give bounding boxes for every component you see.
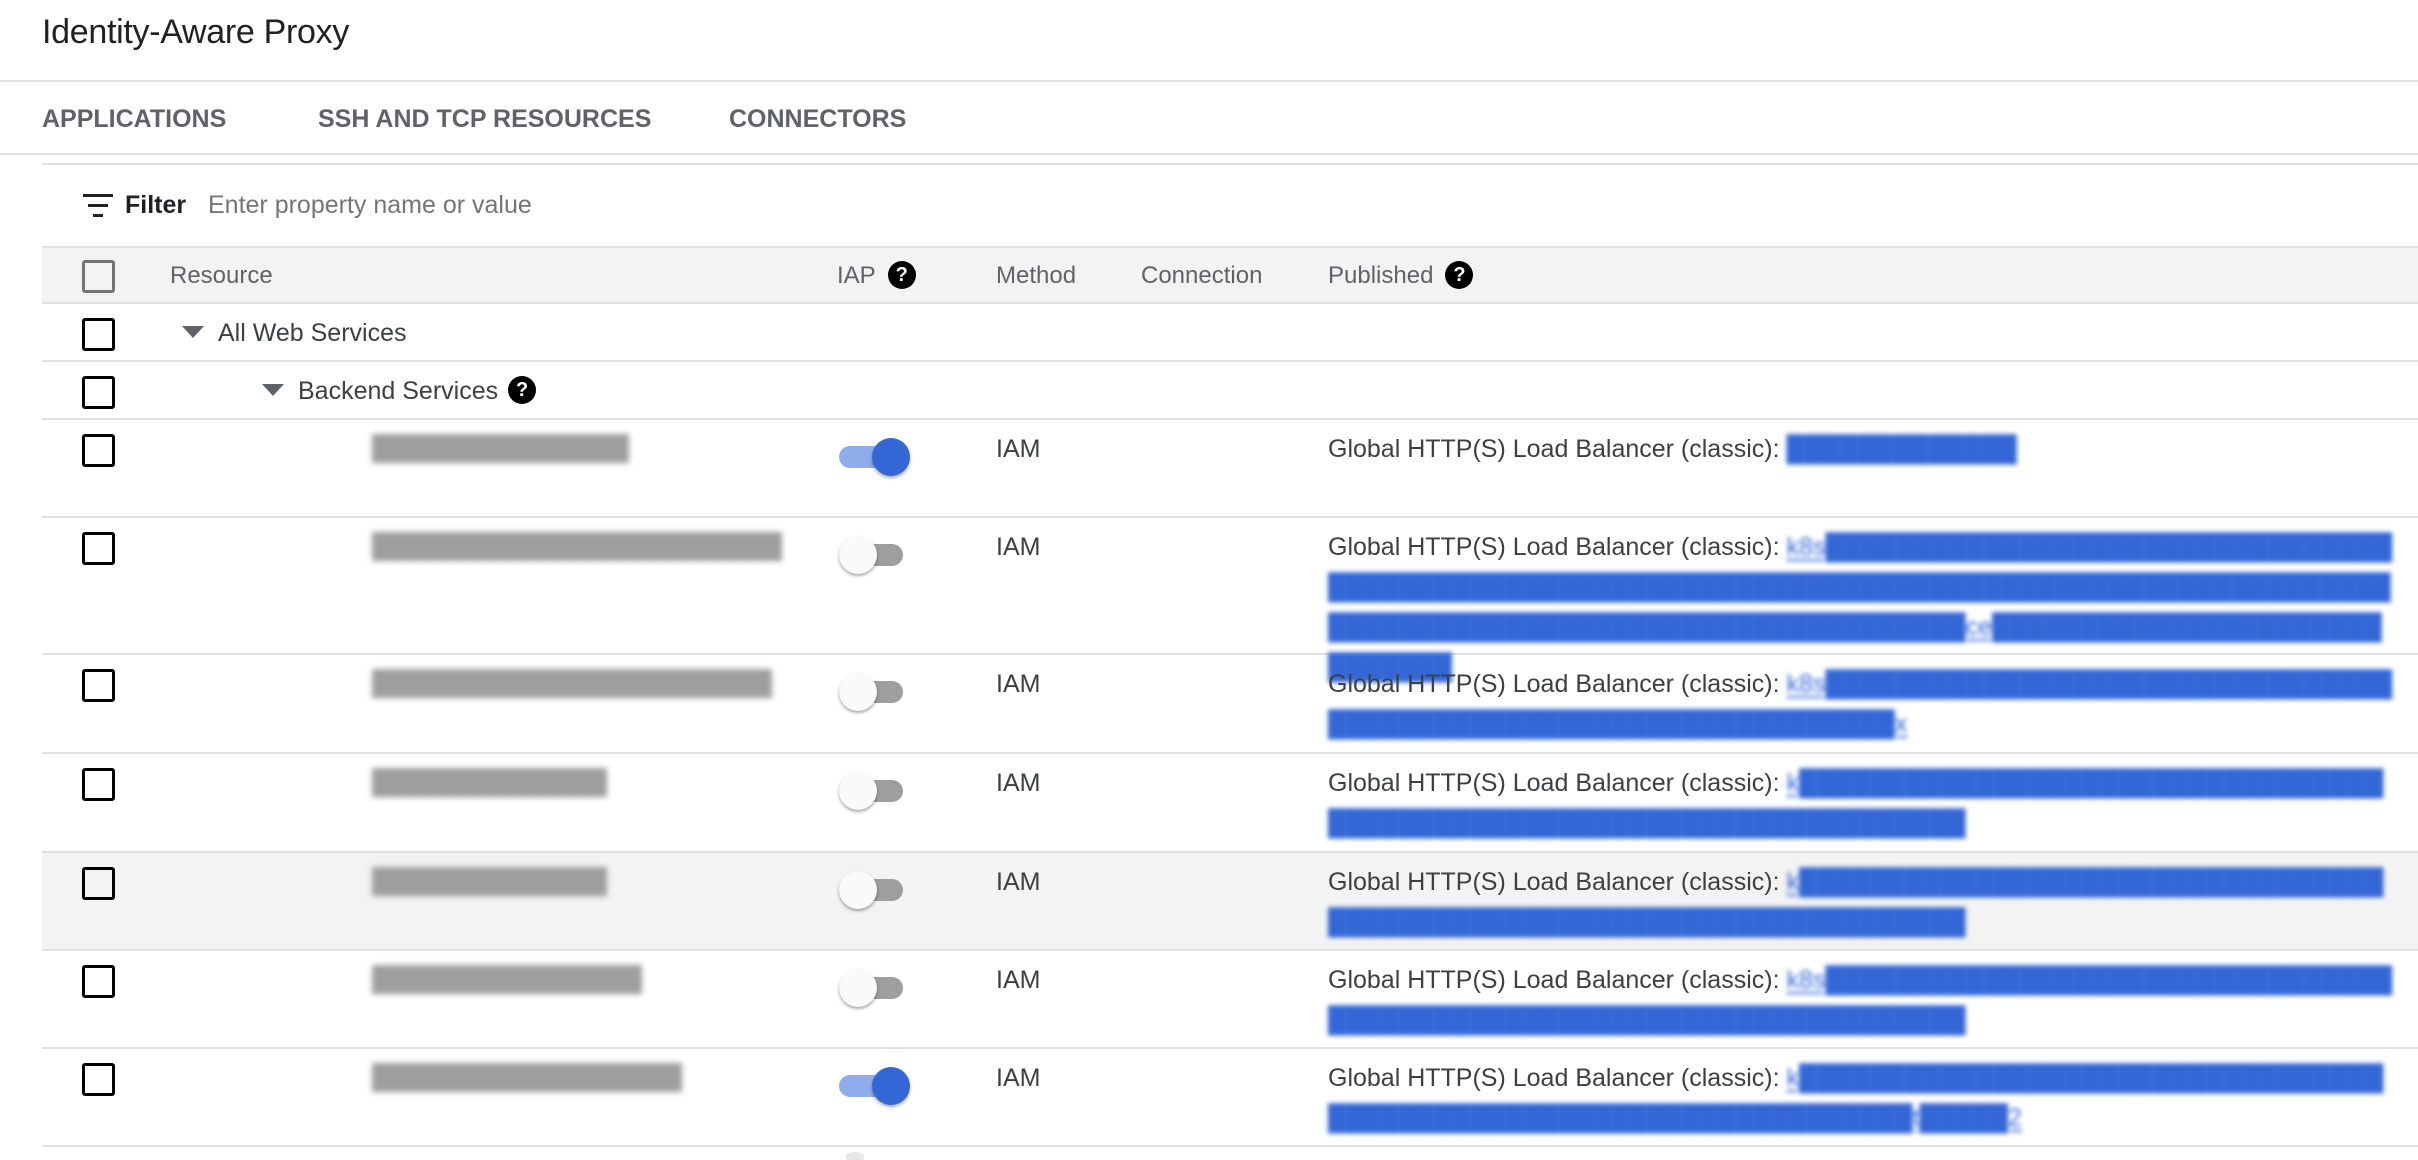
column-header-iap-label[interactable]: IAP (837, 262, 876, 289)
resource-name: ███████████████ (372, 769, 607, 796)
filter-input[interactable] (208, 186, 1408, 224)
iap-toggle[interactable] (839, 1065, 911, 1105)
resources-table: Resource IAP? Method Connection Publishe… (42, 246, 2418, 1147)
published-prefix: Global HTTP(S) Load Balancer (classic): (1328, 435, 1780, 463)
column-header-resource[interactable]: Resource (170, 261, 273, 291)
filter-list-icon[interactable] (83, 194, 113, 218)
published-prefix: Global HTTP(S) Load Balancer (classic): (1328, 769, 1780, 797)
collapse-triangle-icon[interactable] (182, 326, 204, 339)
toggle-knob (839, 772, 877, 810)
published-prefix: Global HTTP(S) Load Balancer (classic): (1328, 868, 1780, 896)
iap-toggle[interactable] (839, 534, 911, 574)
published-prefix: Global HTTP(S) Load Balancer (classic): (1328, 1064, 1780, 1092)
iap-toggle[interactable] (839, 967, 911, 1007)
resource-name: ████████████████████ (372, 1064, 682, 1091)
method-value: IAM (996, 868, 1041, 896)
resource-name: ████████████████ (372, 435, 629, 462)
row-checkbox[interactable] (82, 318, 115, 351)
resource-name: ███████████████ (372, 868, 607, 895)
toggle-knob (839, 969, 877, 1007)
iap-toggle[interactable] (839, 671, 911, 711)
load-balancer-link[interactable]: █████████████ (1787, 435, 2017, 463)
published-cell: Global HTTP(S) Load Balancer (classic): … (1328, 664, 2398, 744)
published-cell: Global HTTP(S) Load Balancer (classic): … (1328, 960, 2398, 1040)
column-header-iap: IAP? (837, 260, 916, 291)
row-checkbox[interactable] (82, 1063, 115, 1096)
group-row-all-web-services: All Web Services (42, 304, 2418, 362)
row-checkbox[interactable] (82, 867, 115, 900)
help-icon[interactable]: ? (1445, 260, 1474, 289)
next-row-toggle-partial (846, 1152, 864, 1160)
published-prefix: Global HTTP(S) Load Balancer (classic): (1328, 966, 1780, 994)
table-row[interactable]: ██████████████████████████ IAM Global HTTP… (42, 518, 2418, 681)
table-row[interactable]: ███████████████ IAM Global HTTP(S) Load Ba… (42, 754, 2418, 853)
row-checkbox[interactable] (82, 768, 115, 801)
group-backend-services[interactable]: Backend Services? (262, 376, 537, 406)
row-checkbox[interactable] (82, 434, 115, 467)
collapse-triangle-icon[interactable] (262, 384, 284, 397)
iap-toggle[interactable] (839, 770, 911, 810)
resource-name: █████████████████ (372, 966, 642, 993)
filter-bar: Filter (42, 166, 2418, 246)
resource-name: █████████████████████████ (372, 670, 772, 697)
column-header-connection[interactable]: Connection (1141, 261, 1262, 291)
published-cell: Global HTTP(S) Load Balancer (classic): … (1328, 1058, 2398, 1138)
iap-toggle[interactable] (839, 869, 911, 909)
table-header: Resource IAP? Method Connection Publishe… (42, 246, 2418, 304)
published-prefix: Global HTTP(S) Load Balancer (classic): (1328, 533, 1780, 561)
method-value: IAM (996, 670, 1041, 698)
column-header-method[interactable]: Method (996, 261, 1076, 291)
iap-toggle[interactable] (839, 436, 911, 476)
group-all-web-services[interactable]: All Web Services (182, 318, 407, 348)
published-cell: Global HTTP(S) Load Balancer (classic): … (1328, 429, 2398, 469)
published-cell: Global HTTP(S) Load Balancer (classic): … (1328, 862, 2398, 942)
toggle-knob (872, 438, 910, 476)
published-cell: Global HTTP(S) Load Balancer (classic): … (1328, 763, 2398, 843)
table-row[interactable]: █████████████████████████ IAM Global HTTP(… (42, 655, 2418, 754)
group-row-backend-services: Backend Services? (42, 362, 2418, 420)
method-value: IAM (996, 1064, 1041, 1092)
content-divider (42, 163, 2418, 165)
table-row[interactable]: ███████████████ IAM Global HTTP(S) Load Ba… (42, 853, 2418, 951)
tab-ssh-and-tcp-resources[interactable]: SSH AND TCP RESOURCES (318, 104, 651, 134)
tab-applications[interactable]: APPLICATIONS (42, 104, 226, 134)
tab-connectors[interactable]: CONNECTORS (729, 104, 906, 134)
method-value: IAM (996, 966, 1041, 994)
column-header-published-label[interactable]: Published (1328, 262, 1433, 289)
method-value: IAM (996, 769, 1041, 797)
group-label: Backend Services (298, 377, 499, 405)
filter-label[interactable]: Filter (125, 190, 186, 220)
method-value: IAM (996, 435, 1041, 463)
toggle-knob (839, 673, 877, 711)
toggle-knob (839, 536, 877, 574)
help-icon[interactable]: ? (887, 260, 916, 289)
help-icon[interactable]: ? (508, 376, 537, 405)
group-label: All Web Services (218, 319, 407, 347)
row-checkbox[interactable] (82, 669, 115, 702)
method-value: IAM (996, 533, 1041, 561)
resource-name: ██████████████████████████ (372, 533, 782, 560)
toggle-knob (839, 871, 877, 909)
published-prefix: Global HTTP(S) Load Balancer (classic): (1328, 670, 1780, 698)
row-checkbox[interactable] (82, 532, 115, 565)
toggle-knob (872, 1067, 910, 1105)
column-header-published: Published? (1328, 260, 1474, 291)
table-body: ████████████████ IAM Global HTTP(S) Load B… (42, 420, 2418, 1147)
page-title: Identity-Aware Proxy (42, 13, 350, 51)
row-checkbox[interactable] (82, 376, 115, 409)
table-row[interactable]: █████████████████ IAM Global HTTP(S) Load … (42, 951, 2418, 1049)
row-checkbox[interactable] (82, 965, 115, 998)
tab-bar: APPLICATIONS SSH AND TCP RESOURCES CONNE… (0, 82, 2418, 154)
tabs-divider (0, 153, 2418, 155)
table-row[interactable]: ████████████████████ IAM Global HTTP(S) Lo… (42, 1049, 2418, 1147)
table-row[interactable]: ████████████████ IAM Global HTTP(S) Load B… (42, 420, 2418, 518)
select-all-checkbox[interactable] (82, 260, 115, 293)
